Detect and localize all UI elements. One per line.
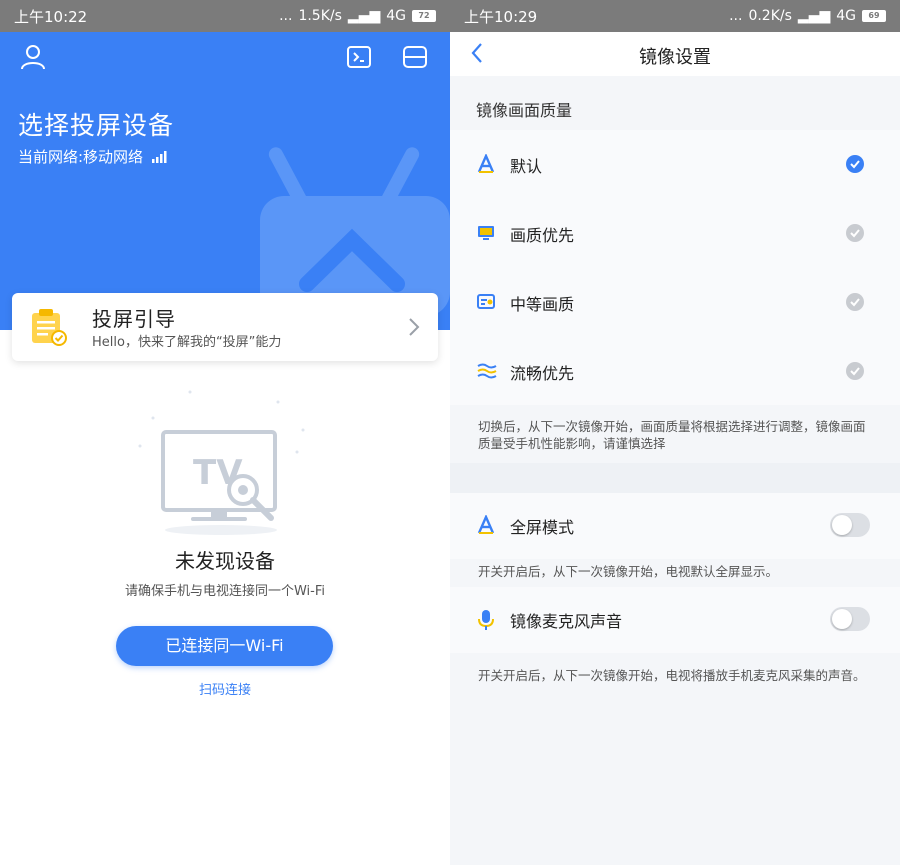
quality-option-label: 流畅优先 [510, 364, 575, 383]
quality-option-label: 默认 [510, 157, 543, 176]
status-network: 4G [386, 8, 406, 24]
fullscreen-icon [477, 515, 495, 534]
monitor-icon [478, 226, 494, 240]
chevron-right-icon [409, 318, 420, 336]
fullscreen-note: 开关开启后，从下一次镜像开始，电视默认全屏显示。 [478, 564, 779, 579]
status-network: 4G [836, 8, 856, 24]
check-unselected-icon [846, 293, 864, 311]
quality-option-default[interactable]: 默认 [450, 130, 900, 199]
fullscreen-toggle[interactable] [830, 513, 870, 537]
microphone-icon [478, 610, 494, 630]
quality-options: 默认 画质优先 中等画质 流畅优先 [450, 130, 900, 405]
mic-note: 开关开启后，从下一次镜像开始，电视将播放手机麦克风采集的声音。 [478, 668, 866, 683]
section-divider [450, 463, 900, 493]
mic-row: 镜像麦克风声音 [450, 587, 900, 653]
status-speed: 1.5K/s [298, 8, 342, 24]
status-time: 上午10:22 [14, 7, 88, 26]
current-network-label: 当前网络:移动网络 [18, 148, 144, 166]
page-title: 镜像设置 [639, 47, 711, 68]
quality-option-label: 中等画质 [510, 295, 575, 314]
scan-icon[interactable] [402, 44, 428, 70]
status-speed: 0.2K/s [748, 8, 792, 24]
fullscreen-label: 全屏模式 [510, 518, 575, 537]
status-bar: 上午10:22 ... 1.5K/s ▂▄▆ 4G 72 [0, 0, 450, 32]
nav-bar: 镜像设置 [450, 32, 900, 76]
current-network: 当前网络:移动网络 [18, 146, 168, 167]
hero-header: 选择投屏设备 当前网络:移动网络 [0, 32, 450, 330]
signal-icon: ▂▄▆ [797, 8, 831, 24]
status-bar: 上午10:29 ... 0.2K/s ▂▄▆ 4G 69 [450, 0, 900, 32]
check-selected-icon [846, 155, 864, 173]
scan-connect-link[interactable]: 扫码连接 [0, 679, 450, 698]
quality-option-smooth[interactable]: 流畅优先 [450, 337, 900, 406]
check-unselected-icon [846, 224, 864, 242]
page-title: 选择投屏设备 [18, 111, 175, 140]
quality-option-label: 画质优先 [510, 226, 575, 245]
status-dots: ... [279, 8, 293, 24]
quality-section-header: 镜像画面质量 [476, 101, 573, 120]
medium-quality-icon [477, 294, 495, 309]
no-device-subtitle: 请确保手机与电视连接同一个Wi-Fi [124, 584, 325, 599]
quality-note: 切换后，从下一次镜像开始，画面质量将根据选择进行调整，镜像画面质量受手机性能影响… [478, 419, 866, 451]
fullscreen-row: 全屏模式 [450, 493, 900, 559]
battery-icon: 72 [412, 10, 436, 22]
left-screen: 上午10:22 ... 1.5K/s ▂▄▆ 4G 72 选择投屏设备 当前网络… [0, 0, 450, 865]
clipboard-icon [32, 309, 67, 346]
right-screen: 上午10:29 ... 0.2K/s ▂▄▆ 4G 69 镜像设置 镜像画面质量… [450, 0, 900, 865]
mic-toggle[interactable] [830, 607, 870, 631]
wave-icon [477, 363, 497, 379]
mic-label: 镜像麦克风声音 [510, 612, 623, 631]
terminal-icon[interactable] [346, 44, 372, 70]
cast-guide-card[interactable]: 投屏引导 Hello，快来了解我的“投屏”能力 [12, 293, 438, 361]
guide-title: 投屏引导 [92, 307, 176, 331]
status-time: 上午10:29 [464, 7, 538, 26]
signal-strength-icon [151, 151, 167, 163]
check-unselected-icon [846, 362, 864, 380]
battery-icon: 69 [862, 10, 886, 22]
default-quality-icon [477, 154, 495, 173]
status-dots: ... [729, 8, 743, 24]
signal-icon: ▂▄▆ [347, 8, 381, 24]
user-icon[interactable] [20, 44, 46, 70]
tv-illustration: TV [138, 390, 305, 535]
connected-wifi-button[interactable]: 已连接同一Wi-Fi [116, 626, 333, 666]
quality-option-high[interactable]: 画质优先 [450, 199, 900, 268]
tv-background-icon [260, 147, 450, 314]
guide-subtitle: Hello，快来了解我的“投屏”能力 [92, 335, 282, 350]
no-device-title: 未发现设备 [175, 549, 275, 573]
quality-option-medium[interactable]: 中等画质 [450, 268, 900, 337]
